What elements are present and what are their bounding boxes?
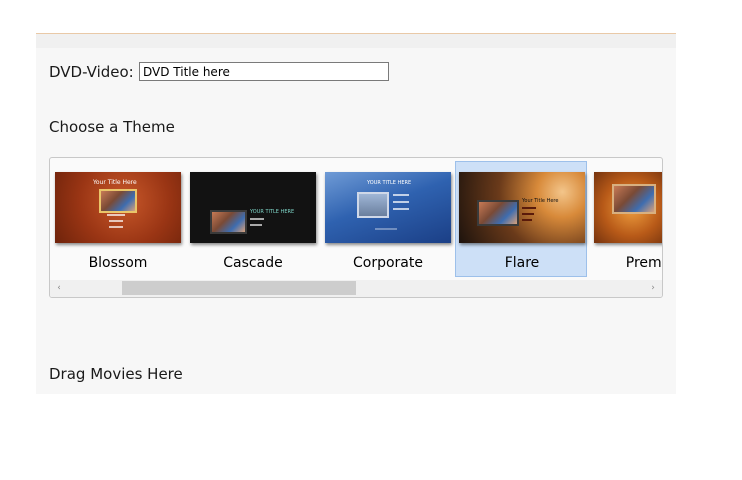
theme-item-flare[interactable]: Your Title Here Flare [455,161,587,277]
theme-item-blossom[interactable]: Your Title Here Blossom [51,161,183,277]
flare-thumbnail: Your Title Here [459,172,585,243]
scroll-right-icon[interactable]: › [646,280,660,297]
theme-item-corporate[interactable]: YOUR TITLE HERE Corporate [321,161,453,277]
theme-name-flare: Flare [504,255,540,271]
drag-movies-label: Drag Movies Here [49,365,183,383]
corporate-thumbnail: YOUR TITLE HERE [325,172,451,243]
theme-item-premiere[interactable]: Premiere [590,161,662,277]
theme-name-premiere: Premiere [625,255,662,271]
theme-name-corporate: Corporate [353,255,423,271]
dvd-title-input[interactable] [139,62,389,81]
theme-name-cascade: Cascade [223,255,283,271]
scrollbar-thumb[interactable] [122,281,356,295]
flare-thumb-photo [477,200,519,226]
corporate-thumb-photo [357,192,389,218]
theme-item-cascade[interactable]: YOUR TITLE HERE Cascade [186,161,318,277]
cascade-thumb-photo [210,210,247,234]
scroll-left-icon[interactable]: ‹ [52,280,66,297]
cascade-thumb-title: YOUR TITLE HERE [250,209,295,215]
premiere-thumb-photo [612,184,656,214]
panel-header-strip [36,34,676,48]
dvd-maker-panel: DVD-Video: Choose a Theme Your Title Her… [36,33,676,394]
corporate-thumb-title: YOUR TITLE HERE [367,180,412,186]
blossom-thumb-photo [99,189,137,213]
theme-gallery: Your Title Here Blossom YOUR TITLE HERE … [49,157,663,298]
theme-name-blossom: Blossom [88,255,148,271]
dvd-video-label: DVD-Video: [49,63,134,81]
flare-thumb-title: Your Title Here [522,198,559,204]
gallery-horizontal-scrollbar[interactable]: ‹ › [50,280,662,297]
choose-theme-heading: Choose a Theme [49,118,175,136]
cascade-thumbnail: YOUR TITLE HERE [190,172,316,243]
blossom-thumbnail: Your Title Here [55,172,181,243]
premiere-thumbnail [594,172,662,243]
blossom-thumb-title: Your Title Here [93,179,137,186]
